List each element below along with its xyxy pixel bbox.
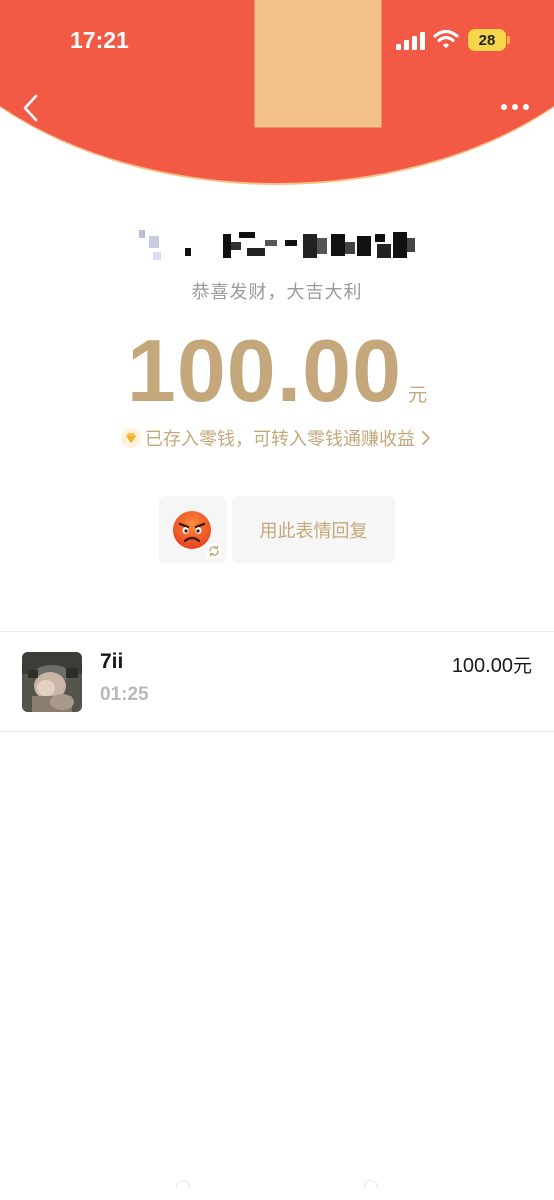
red-packet-detail-screen: 17:21 28 恭喜发财，大吉大利 100.00 元 已存入零钱，可转入零钱通…: [0, 0, 554, 1200]
amount-unit: 元: [408, 384, 428, 406]
chevron-right-icon: [422, 431, 430, 445]
wallet-notice-link[interactable]: 已存入零钱，可转入零钱通赚收益: [0, 425, 554, 451]
receiver-name: 7ii: [100, 650, 124, 673]
sender-name-redacted: [135, 222, 425, 266]
emoji-switch-button[interactable]: [159, 496, 226, 563]
list-divider-bottom: [0, 731, 554, 732]
status-bar: 17:21 28: [0, 0, 554, 80]
receiver-amount-value: 100.00: [451, 655, 513, 677]
angry-face-emoji-icon: [173, 511, 211, 549]
wallet-notice-text: 已存入零钱，可转入零钱通赚收益: [145, 429, 415, 450]
more-dots-icon: [501, 104, 529, 110]
battery-indicator: 28: [468, 29, 506, 51]
refresh-icon: [206, 543, 222, 559]
receiver-amount: 100.00元: [452, 651, 532, 678]
receiver-amount-unit: 元: [512, 655, 532, 677]
cellular-signal-icon: [396, 32, 425, 50]
greeting-text: 恭喜发财，大吉大利: [191, 282, 363, 303]
avatar: [22, 652, 82, 712]
wifi-icon: [433, 29, 459, 49]
status-time: 17:21: [70, 27, 129, 53]
chevron-left-icon: [23, 94, 38, 122]
battery-level: 28: [478, 31, 496, 49]
amount-display: 100.00 元: [0, 320, 554, 422]
reply-button-label: 用此表情回复: [259, 520, 368, 542]
receive-time: 01:25: [100, 684, 149, 705]
battery-tip: [507, 36, 510, 44]
back-button[interactable]: [14, 88, 50, 128]
bottom-mark-right: [364, 1180, 378, 1188]
amount-value: 100.00: [126, 321, 403, 420]
receiver-list-item[interactable]: 7ii 01:25 100.00元: [0, 632, 554, 731]
bottom-mark-left: [176, 1180, 190, 1188]
more-options-button[interactable]: [494, 92, 538, 122]
reply-with-emoji-button[interactable]: 用此表情回复: [232, 496, 395, 563]
diamond-icon: [121, 428, 141, 448]
